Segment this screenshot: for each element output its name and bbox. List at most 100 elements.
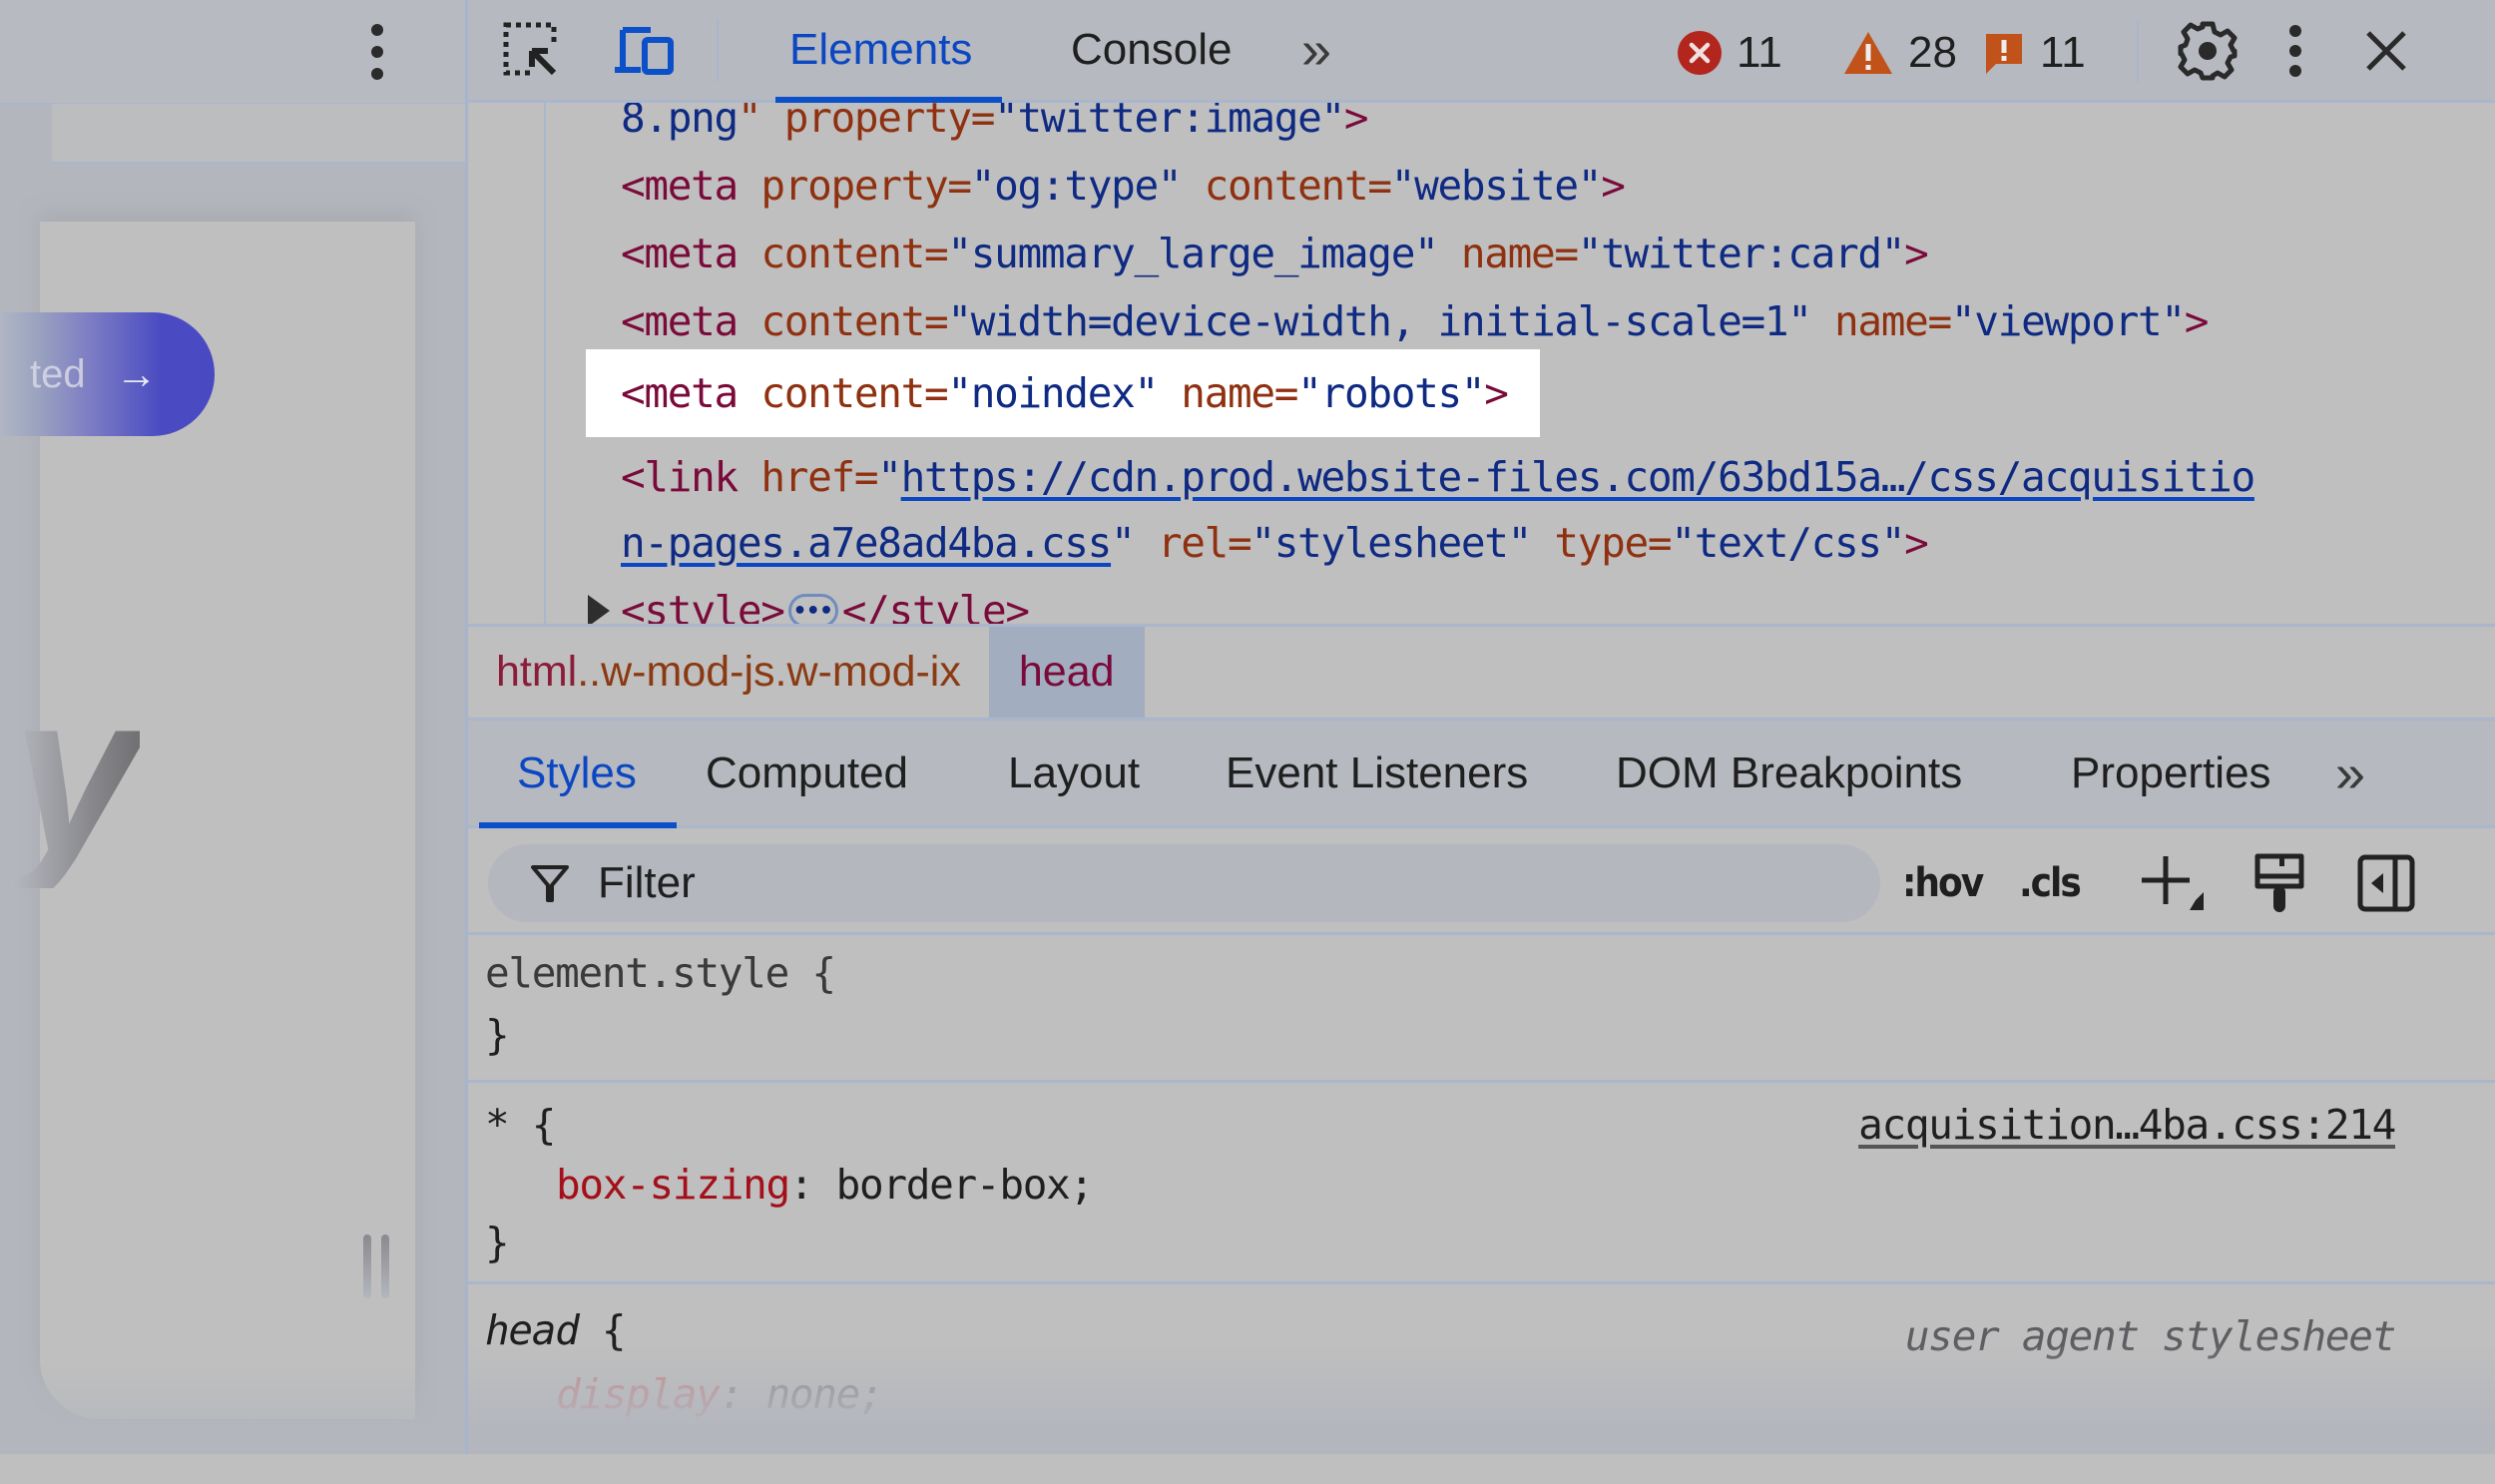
dom-token: <meta xyxy=(621,297,761,345)
more-tabs-button[interactable]: » xyxy=(1301,0,1331,100)
dom-token: "website" xyxy=(1390,162,1603,210)
dom-token: 8.png xyxy=(621,103,739,142)
tab-layout[interactable]: Layout xyxy=(1008,721,1140,825)
toolbar-separator xyxy=(717,20,719,82)
warning-icon xyxy=(1842,30,1894,76)
tab-elements-label: Elements xyxy=(789,25,973,74)
issues-count: 11 xyxy=(2040,28,2086,77)
dom-token: "summary_large_image" xyxy=(947,230,1438,277)
dom-token: > xyxy=(1601,162,1626,210)
warnings-count: 28 xyxy=(1908,28,1957,77)
rule-close-brace: } xyxy=(485,1011,510,1059)
dom-token: content= xyxy=(760,230,948,277)
tab-computed[interactable]: Computed xyxy=(706,721,908,825)
styles-pane: element.style { } * { acquisition…4ba.cs… xyxy=(468,935,2495,1454)
dom-token: "text/css" xyxy=(1671,519,1905,567)
styles-sidebar-tabs: Styles Computed Layout Event Listeners D… xyxy=(468,721,2495,828)
error-icon xyxy=(1677,30,1723,76)
dom-token: " xyxy=(877,453,902,501)
page-more-options-icon[interactable] xyxy=(362,24,392,80)
dom-token: rel= xyxy=(1134,519,1252,567)
dom-token: <style> xyxy=(621,587,785,624)
dom-node[interactable]: <link href= " https://cdn.prod.website-fil… xyxy=(621,444,2256,510)
class-toggle[interactable]: .cls xyxy=(2019,848,2082,918)
toggle-computed-sidebar-button[interactable] xyxy=(2357,848,2415,918)
dom-gutter xyxy=(544,103,546,624)
dom-token: "twitter:image" xyxy=(994,103,1345,142)
close-devtools-icon[interactable] xyxy=(2361,20,2411,82)
issue-icon xyxy=(1982,30,2026,76)
dom-node[interactable]: <meta property= "og:type" content= "websit… xyxy=(621,153,1626,219)
dom-token: "og:type" xyxy=(970,162,1183,210)
dom-node[interactable]: n-pages.a7e8ad4ba.css " rel= "stylesheet" … xyxy=(621,510,1929,576)
errors-counter[interactable]: 11 xyxy=(1677,26,1782,80)
dom-token: "noindex" xyxy=(947,369,1159,417)
get-started-button[interactable]: ted → xyxy=(0,312,215,436)
breadcrumb-item-html[interactable]: html ..w-mod-js.w-mod-ix xyxy=(468,627,989,718)
dom-node[interactable]: 8.png " property= "twitter:image" > xyxy=(621,103,1369,151)
more-options-icon[interactable] xyxy=(2280,20,2310,82)
dom-token: > xyxy=(1484,369,1509,417)
chevron-double-right-icon: » xyxy=(1301,20,1332,80)
stylesheet-source-link[interactable]: acquisition…4ba.css:214 xyxy=(1858,1101,2396,1149)
page-subbar xyxy=(52,104,466,164)
cls-label: .cls xyxy=(2019,860,2082,906)
breadcrumb-html-classes: ..w-mod-js.w-mod-ix xyxy=(577,648,961,696)
tab-styles-label: Styles xyxy=(517,747,637,797)
breadcrumb-html-tag: html xyxy=(496,648,578,696)
dom-token: > xyxy=(1343,103,1369,142)
filter-field[interactable] xyxy=(488,844,1880,922)
dom-token: > xyxy=(1904,519,1929,567)
device-toolbar-icon[interactable] xyxy=(611,20,681,82)
get-started-label: ted xyxy=(30,351,86,396)
tab-dom-breakpoints[interactable]: DOM Breakpoints xyxy=(1616,721,1962,825)
dom-token: name= xyxy=(1157,369,1298,417)
settings-gear-icon[interactable] xyxy=(2175,20,2241,82)
property-name: box-sizing xyxy=(556,1161,790,1209)
dom-token: name= xyxy=(1437,230,1579,277)
hov-label: :hov xyxy=(1902,860,1984,906)
tab-dom-breakpoints-label: DOM Breakpoints xyxy=(1616,747,1963,797)
stylesheet-url-link[interactable]: https://cdn.prod.website-files.com/63bd1… xyxy=(901,453,2256,501)
dom-token: " xyxy=(1111,519,1136,567)
new-style-rule-button[interactable] xyxy=(2138,848,2208,918)
sidebar-toggle-icon xyxy=(2357,854,2415,912)
filter-input[interactable] xyxy=(596,857,1797,909)
hover-state-toggle[interactable]: :hov xyxy=(1902,848,1984,918)
dom-node[interactable]: <meta content= "summary_large_image" name… xyxy=(621,221,1929,286)
tab-styles[interactable]: Styles xyxy=(479,721,677,828)
dom-node-selected[interactable]: <meta content= "noindex" name= "robots" > xyxy=(586,349,1540,437)
rule-universal[interactable]: * { acquisition…4ba.css:214 box-sizing: … xyxy=(468,1083,2495,1284)
dom-token: <meta xyxy=(621,369,761,417)
expand-ellipsis-button[interactable]: ••• xyxy=(787,594,838,624)
page-preview: ted → y xyxy=(0,0,467,1454)
page-heading-fragment: y xyxy=(12,645,140,901)
tab-elements[interactable]: Elements xyxy=(774,0,1003,103)
breadcrumb-item-head[interactable]: head xyxy=(988,627,1145,718)
dom-token: <meta xyxy=(621,230,761,277)
bottom-fade xyxy=(0,1364,467,1454)
dom-token: "width=device-width, initial-scale=1" xyxy=(947,297,1812,345)
dom-token: content= xyxy=(1181,162,1392,210)
warnings-counter[interactable]: 28 xyxy=(1842,26,1957,80)
inspect-element-icon[interactable] xyxy=(500,20,564,82)
tab-console[interactable]: Console xyxy=(1071,0,1232,100)
breadcrumb-head-tag: head xyxy=(1018,648,1115,696)
issues-counter[interactable]: 11 xyxy=(1982,26,2086,80)
rendering-emulation-button[interactable] xyxy=(2253,848,2305,918)
dom-node[interactable]: <style> ••• </style> xyxy=(621,578,1030,624)
expand-triangle-icon[interactable] xyxy=(588,595,610,624)
devtools-toolbar: Elements Console » 11 28 11 xyxy=(468,0,2495,103)
resize-grip-icon[interactable] xyxy=(363,1235,389,1298)
dom-node[interactable]: <meta content= "width=device-width, initi… xyxy=(621,288,2209,354)
more-sidebar-tabs-button[interactable]: » xyxy=(2335,721,2365,825)
tab-properties[interactable]: Properties xyxy=(2071,721,2271,825)
dom-token: "robots" xyxy=(1297,369,1485,417)
rule-element-style[interactable]: element.style { } xyxy=(468,935,2495,1083)
styles-filter-toolbar: :hov .cls xyxy=(468,828,2495,935)
dom-token: content= xyxy=(760,297,948,345)
stylesheet-url-link[interactable]: n-pages.a7e8ad4ba.css xyxy=(621,519,1112,567)
declaration[interactable]: box-sizing: border-box; xyxy=(556,1161,1094,1209)
tab-event-listeners[interactable]: Event Listeners xyxy=(1226,721,1528,825)
errors-count: 11 xyxy=(1737,28,1782,77)
